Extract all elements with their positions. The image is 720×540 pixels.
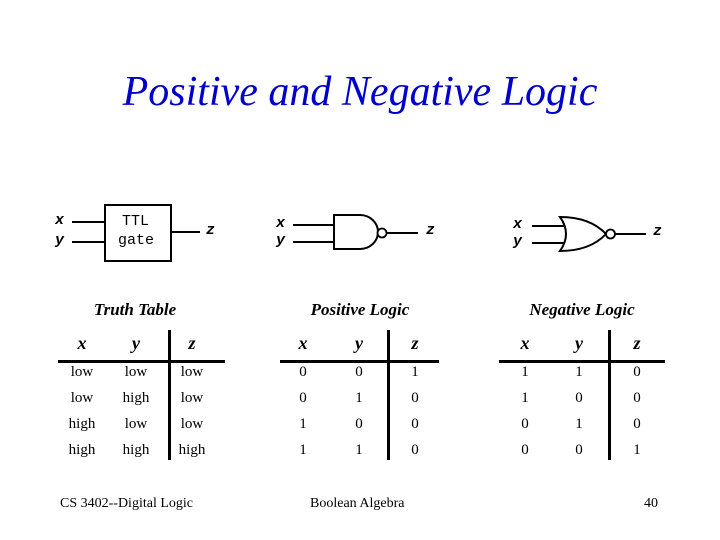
- table-cell: 1: [633, 442, 641, 458]
- negative-logic-title: Negative Logic: [529, 300, 635, 319]
- table-cell: 0: [411, 390, 419, 406]
- table-cell: 1: [299, 442, 307, 458]
- footer-topic: Boolean Algebra: [310, 496, 405, 511]
- negative-header-z: z: [633, 333, 641, 353]
- table-cell: 0: [355, 416, 363, 432]
- positive-logic-table: x y z 0 0 1 0 1 0 1 0 0 1 1 0: [275, 325, 445, 465]
- nor-input-x: x: [513, 216, 523, 233]
- table-cell: 0: [521, 416, 529, 432]
- truth-header-x: x: [77, 333, 87, 353]
- table-cell: 0: [633, 416, 641, 432]
- truth-header-z: z: [188, 333, 196, 353]
- table-cell: low: [70, 364, 94, 380]
- negative-header-y: y: [575, 333, 583, 353]
- table-cell: high: [68, 442, 96, 458]
- footer-course: CS 3402--Digital Logic: [60, 496, 193, 511]
- positive-header-rule: [280, 360, 439, 363]
- slide-title: Positive and Negative Logic: [122, 69, 598, 115]
- positive-header-x: x: [298, 333, 308, 353]
- nand-gate-diagram: x y z: [265, 200, 455, 260]
- nand-input-x: x: [276, 215, 286, 232]
- negative-logic-table: x y z 1 1 0 1 0 0 0 1 0 0 0 1: [495, 325, 665, 465]
- positive-header-z: z: [411, 333, 419, 353]
- table-cell: 1: [355, 442, 363, 458]
- table-cell: low: [124, 364, 148, 380]
- negative-header-rule: [499, 360, 665, 363]
- ttl-output-z: z: [206, 222, 216, 239]
- table-cell: low: [124, 416, 148, 432]
- table-cell: 0: [411, 416, 419, 432]
- table-cell: high: [178, 442, 206, 458]
- table-cell: 1: [575, 416, 583, 432]
- footer-page-number: 40: [644, 496, 658, 511]
- table-cell: 1: [299, 416, 307, 432]
- table-cell: low: [70, 390, 94, 406]
- table-cell: 1: [411, 364, 419, 380]
- positive-logic-title: Positive Logic: [310, 300, 410, 319]
- ttl-box-label-2: gate: [118, 232, 155, 249]
- nand-input-y: y: [276, 232, 286, 249]
- table-cell: 0: [299, 390, 307, 406]
- table-cell: 0: [355, 364, 363, 380]
- positive-header-y: y: [355, 333, 363, 353]
- ttl-box-label-1: TTL: [122, 213, 150, 230]
- ttl-gate-diagram: x y TTL gate z: [40, 195, 250, 270]
- table-cell: 0: [575, 442, 583, 458]
- table-cell: high: [122, 390, 150, 406]
- table-cell: 1: [521, 364, 529, 380]
- truth-table-title: Truth Table: [93, 300, 177, 319]
- table-cell: 1: [575, 364, 583, 380]
- negative-column-rule: [608, 330, 611, 460]
- truth-table: x y z low low low low high low high low …: [54, 325, 229, 465]
- nand-output-z: z: [426, 222, 436, 239]
- table-cell: 0: [521, 442, 529, 458]
- table-cell: low: [180, 390, 204, 406]
- table-cell: 0: [633, 390, 641, 406]
- negative-header-x: x: [520, 333, 530, 353]
- truth-header-rule: [58, 360, 225, 363]
- table-cell: high: [122, 442, 150, 458]
- truth-header-y: y: [132, 333, 140, 353]
- ttl-input-y: y: [55, 232, 65, 249]
- nor-gate-diagram: x y z: [500, 200, 680, 260]
- table-cell: 0: [411, 442, 419, 458]
- table-cell: 0: [299, 364, 307, 380]
- table-cell: low: [180, 416, 204, 432]
- table-cell: high: [68, 416, 96, 432]
- table-cell: 0: [575, 390, 583, 406]
- nor-output-z: z: [653, 223, 663, 240]
- table-cell: 1: [355, 390, 363, 406]
- nor-input-y: y: [513, 233, 523, 250]
- table-cell: low: [180, 364, 204, 380]
- ttl-input-x: x: [55, 212, 65, 229]
- table-cell: 1: [521, 390, 529, 406]
- table-cell: 0: [633, 364, 641, 380]
